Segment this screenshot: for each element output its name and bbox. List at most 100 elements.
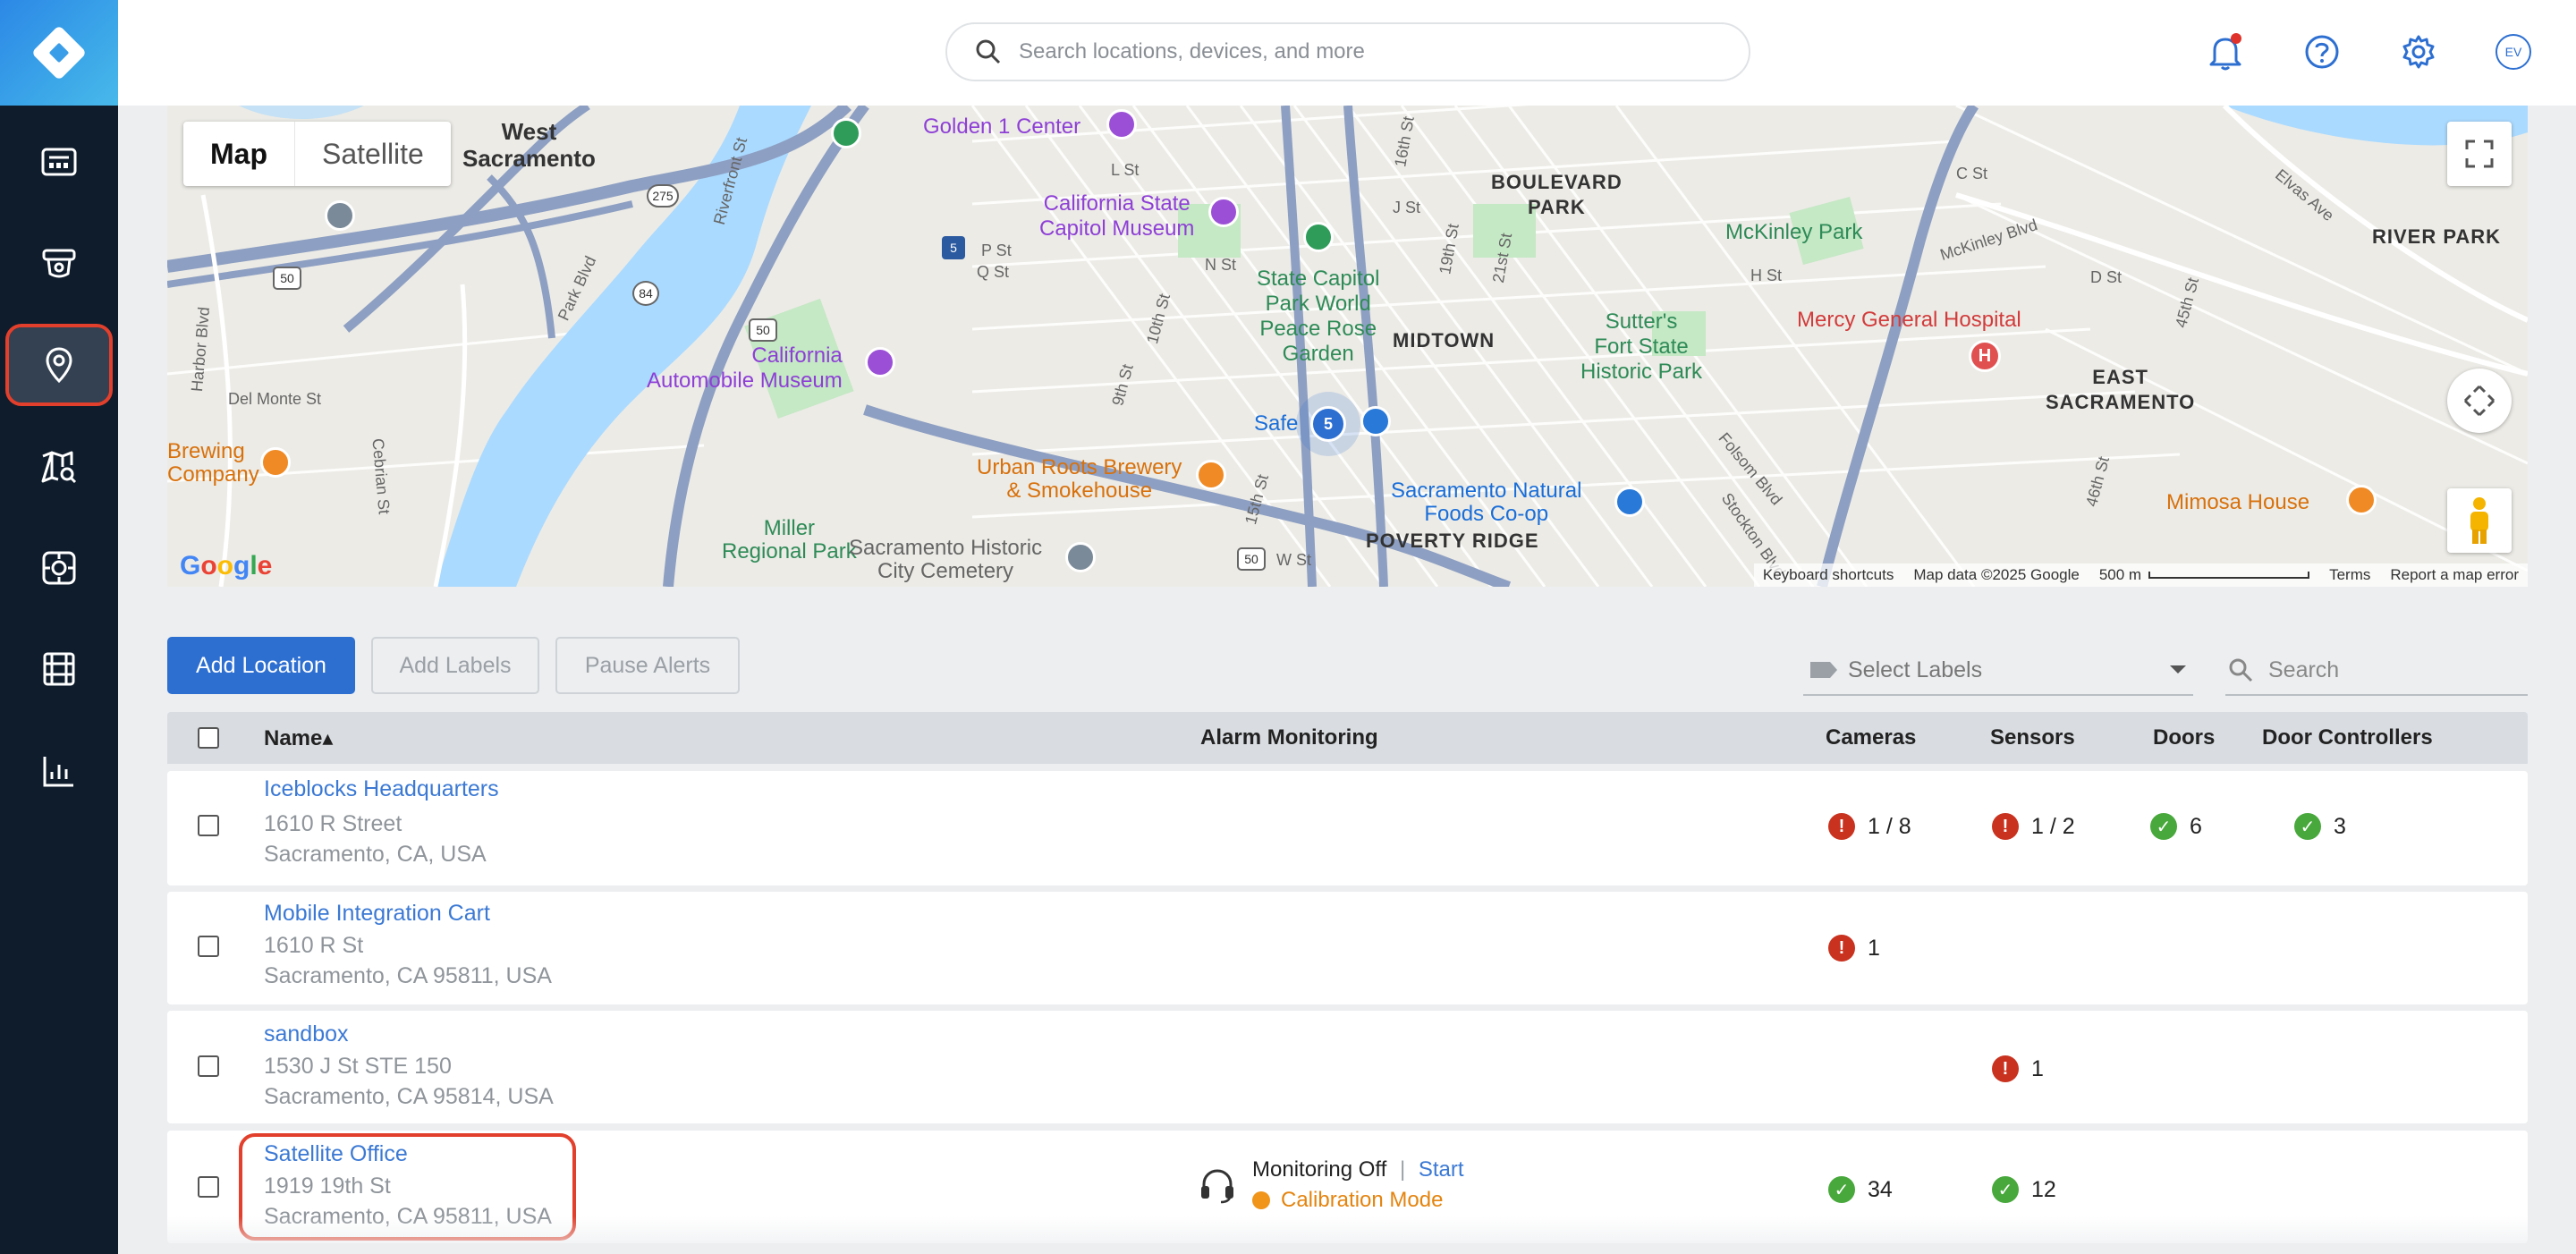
table-row[interactable]: Mobile Integration Cart 1610 R St Sacram… [167,892,2528,1004]
warning-dot-icon [1252,1191,1270,1209]
poi-hospital-icon[interactable]: H [1969,340,2001,372]
street-label: L St [1111,161,1140,179]
calibration-mode-text: Calibration Mode [1281,1188,1444,1212]
sensors-status[interactable]: ! 1 [1992,1055,2044,1082]
table-search-input[interactable]: Search [2225,646,2528,696]
map-label-capitol-park: State Capitol Park World Peace Rose Gard… [1257,267,1380,366]
map-pan-control[interactable] [2447,369,2512,433]
cameras-status[interactable]: ✓ 34 [1828,1176,1893,1203]
nav-reports[interactable] [9,733,109,809]
table-header: Name▴ Alarm Monitoring Cameras Sensors D… [167,712,2528,764]
keyboard-shortcuts-link[interactable]: Keyboard shortcuts [1763,566,1894,584]
row-checkbox[interactable] [198,815,219,836]
map-label-natural-foods: Sacramento Natural Foods Co-op [1391,479,1582,526]
select-all-checkbox[interactable] [198,727,219,749]
pause-alerts-button[interactable]: Pause Alerts [555,637,740,694]
poi-park-icon[interactable] [831,118,861,148]
column-header-sensors[interactable]: Sensors [1990,712,2075,764]
search-placeholder: Search locations, devices, and more [1019,39,1365,64]
nav-locations[interactable] [5,324,113,406]
sensors-status[interactable]: ! 1 / 2 [1992,813,2075,840]
street-label: W St [1276,551,1311,569]
location-name-link[interactable]: sandbox [264,1021,349,1047]
headset-icon [1201,1169,1233,1204]
map-label-miller-park: Miller Regional Park [722,516,857,563]
door-controllers-count: 3 [2334,813,2346,839]
map-label-west-sacramento: West Sacramento [462,118,596,172]
map-type-toggle: Map Satellite [183,122,451,186]
poi-cemetery-icon[interactable] [1065,542,1096,572]
poi-brewery-icon[interactable] [260,447,291,478]
global-search-input[interactable]: Search locations, devices, and more [945,22,1750,81]
poi-brewery-icon[interactable] [1196,460,1226,490]
nav-map-search[interactable] [9,429,109,504]
map-scale-label: 500 m [2098,566,2142,583]
nav-sensors[interactable] [9,530,109,606]
film-icon [43,652,75,686]
poi-garden-icon[interactable] [1303,222,1334,252]
column-header-cameras[interactable]: Cameras [1826,712,1916,764]
calibration-status: Calibration Mode [1252,1188,1443,1213]
pan-arrows-icon [2463,385,2496,417]
poi-shopping-icon[interactable] [1614,487,1645,517]
row-checkbox[interactable] [198,1055,219,1077]
nav-video[interactable] [9,631,109,707]
column-header-door-controllers[interactable]: Door Controllers [2262,712,2433,764]
doors-status[interactable]: ✓ 6 [2150,813,2202,840]
location-address-line1: 1530 J St STE 150 [264,1054,452,1079]
add-location-button[interactable]: Add Location [167,637,355,694]
report-error-link[interactable]: Report a map error [2390,566,2519,584]
user-avatar-button[interactable]: EV [2494,32,2533,72]
add-labels-button[interactable]: Add Labels [371,637,539,694]
avatar: EV [2496,34,2531,70]
error-icon: ! [1828,813,1855,840]
sensor-icon [42,551,76,585]
select-labels-dropdown[interactable]: Select Labels [1803,646,2193,696]
table-row[interactable]: sandbox 1530 J St STE 150 Sacramento, CA… [167,1011,2528,1123]
diamond-logo-icon [33,27,85,79]
location-cluster-marker[interactable]: 5 [1310,406,1346,442]
poi-landmark-icon[interactable] [325,200,355,231]
highway-shield-icon: 50 [749,318,777,342]
map-type-satellite-button[interactable]: Satellite [295,122,451,186]
nav-dashboard[interactable] [9,124,109,199]
map-scale: 500 m [2098,566,2310,584]
cameras-status[interactable]: ! 1 / 8 [1828,813,1911,840]
nav-devices[interactable] [9,225,109,301]
dashboard-icon [41,148,77,176]
poi-restaurant-icon[interactable] [2346,485,2377,515]
poi-shopping-icon[interactable] [1360,406,1391,436]
notifications-button[interactable] [2206,32,2245,72]
help-button[interactable] [2302,32,2342,72]
app-logo[interactable] [0,0,118,106]
map-label-boulevard-park: BOULEVARD PARK [1491,171,1623,218]
location-name-link[interactable]: Mobile Integration Cart [264,901,490,927]
poi-stadium-icon[interactable] [1106,109,1137,140]
door-controllers-status[interactable]: ✓ 3 [2294,813,2346,840]
location-name-link[interactable]: Iceblocks Headquarters [264,776,499,802]
poi-museum-icon[interactable] [1208,197,1239,227]
column-header-name[interactable]: Name▴ [264,712,333,764]
fullscreen-button[interactable] [2447,122,2512,186]
label-tag-icon [1810,662,1837,678]
locations-map[interactable]: Map Satellite West Sacramento BOULEVARD … [167,106,2528,587]
poi-museum-icon[interactable] [865,347,895,377]
top-header: Search locations, devices, and more EV [118,0,2576,106]
terms-link[interactable]: Terms [2329,566,2370,584]
start-monitoring-link[interactable]: Start [1419,1157,1464,1182]
table-row[interactable]: Iceblocks Headquarters 1610 R Street Sac… [167,771,2528,885]
search-icon [2229,658,2253,682]
row-checkbox[interactable] [198,936,219,957]
cameras-status[interactable]: ! 1 [1828,935,1880,962]
monitoring-status: Monitoring Off | Start [1252,1157,1464,1182]
sensors-status[interactable]: ✓ 12 [1992,1176,2056,1203]
map-label-brewing: Brewing Company [167,439,259,487]
settings-button[interactable] [2399,32,2438,72]
column-header-doors[interactable]: Doors [2153,712,2215,764]
error-icon: ! [1992,1055,2019,1082]
map-search-icon [41,451,77,484]
map-type-map-button[interactable]: Map [183,122,295,186]
street-view-button[interactable] [2447,488,2512,553]
row-checkbox[interactable] [198,1176,219,1198]
highway-shield-icon: 50 [1237,547,1266,571]
